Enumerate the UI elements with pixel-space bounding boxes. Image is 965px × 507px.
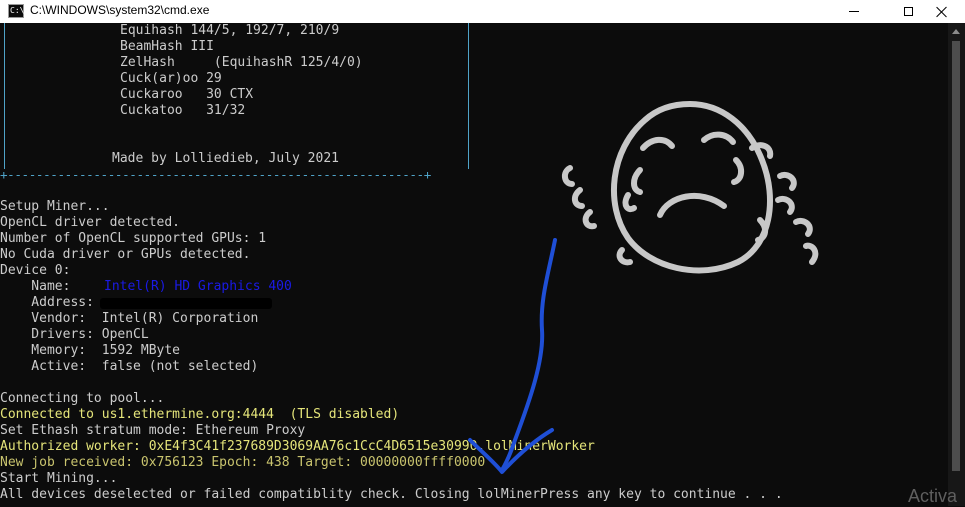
device-name-label: Name: [0,279,102,294]
activation-watermark: Activa [908,486,958,506]
address-redaction [100,298,272,309]
minimize-icon [849,11,859,12]
banner-left-border [4,23,5,169]
banner-algorithm: Equihash 144/5, 192/7, 210/9 [120,23,340,38]
log-connected: Connected to us1.ethermine.org:4444 (TLS… [0,407,400,422]
setup-line: No Cuda driver or GPUs detected. [0,247,251,262]
setup-line: Device 0: [0,263,71,278]
banner-bottom-border: +---------------------------------------… [0,167,431,182]
title-bar[interactable]: C:\ C:\WINDOWS\system32\cmd.exe [0,0,965,23]
banner-algorithm: Cuckaroo 30 CTX [120,87,254,102]
scroll-thumb[interactable] [952,41,960,471]
setup-line: Setup Miner... [0,199,110,214]
console-output[interactable]: Equihash 144/5, 192/7, 210/9 BeamHash II… [0,23,948,506]
banner-algorithm: ZelHash (EquihashR 125/4/0) [120,55,363,70]
vertical-scrollbar[interactable] [948,23,965,506]
banner-right-border [468,23,469,169]
device-vendor: Vendor: Intel(R) Corporation [0,311,259,326]
device-name-value: Intel(R) HD Graphics 400 [104,279,292,294]
banner-credit: Made by Lolliedieb, July 2021 [112,151,339,166]
log-connecting: Connecting to pool... [0,391,165,406]
close-icon [936,6,948,18]
setup-line: Number of OpenCL supported GPUs: 1 [0,231,267,246]
log-authorized: Authorized worker: 0xE4f3C41f237689D3069… [0,439,595,454]
device-address-label: Address: [0,295,102,310]
setup-line: OpenCL driver detected. [0,215,181,230]
banner-algorithm: Cuck(ar)oo 29 [120,71,222,86]
minimize-button[interactable] [831,0,877,23]
scroll-up-arrow-icon[interactable] [952,29,960,34]
log-start: Start Mining... [0,471,118,486]
device-drivers: Drivers: OpenCL [0,327,149,342]
cmd-icon: C:\ [8,4,24,18]
banner-algorithm: BeamHash III [120,39,214,54]
device-memory: Memory: 1592 MByte [0,343,181,358]
window-title: C:\WINDOWS\system32\cmd.exe [30,3,210,17]
banner-algorithm: Cuckatoo 31/32 [120,103,246,118]
log-error: All devices deselected or failed compati… [0,487,783,502]
device-active: Active: false (not selected) [0,359,259,374]
maximize-icon [903,7,913,16]
close-button[interactable] [919,0,965,23]
log-stratum: Set Ethash stratum mode: Ethereum Proxy [0,423,306,438]
log-new-job: New job received: 0x756123 Epoch: 438 Ta… [0,455,486,470]
